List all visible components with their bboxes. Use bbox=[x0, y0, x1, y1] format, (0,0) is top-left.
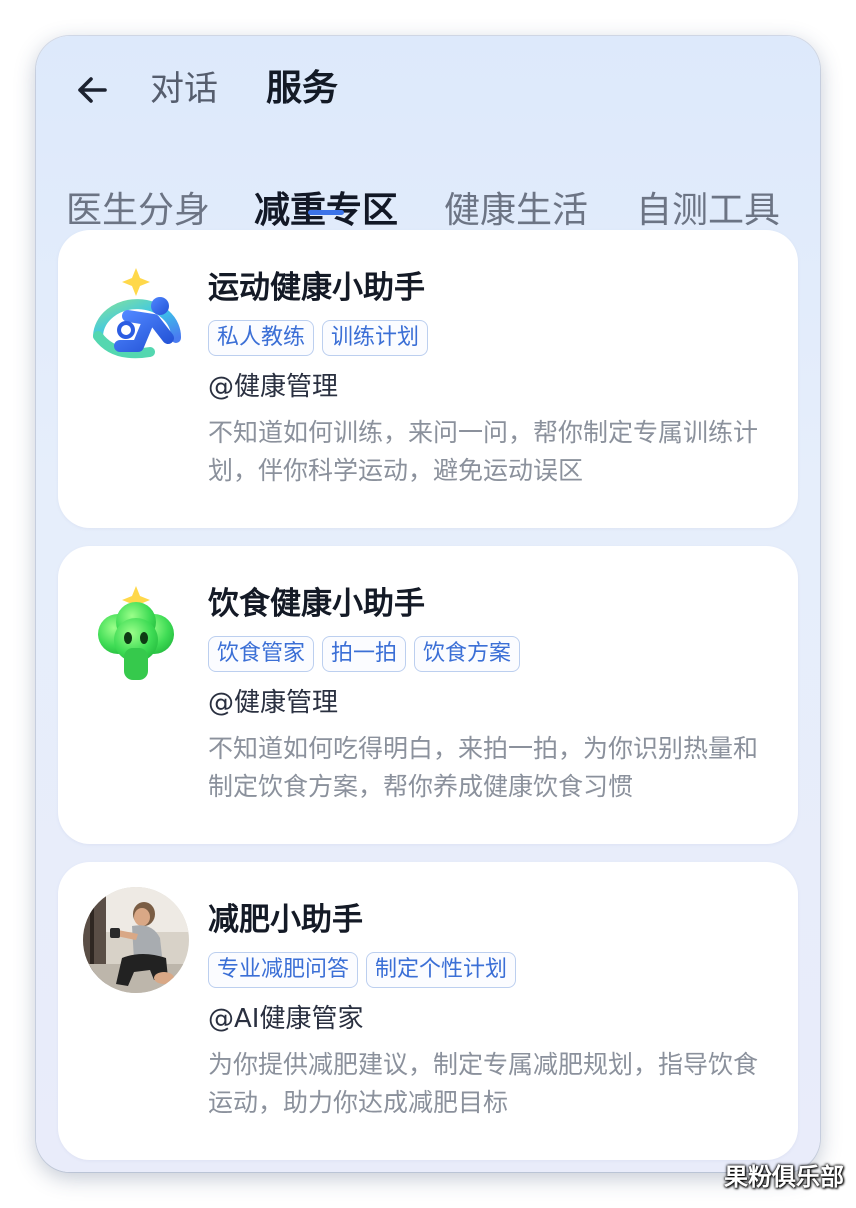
watermark: 果粉俱乐部 bbox=[724, 1163, 844, 1191]
sport-runner-icon bbox=[84, 266, 190, 372]
tag[interactable]: 专业减肥问答 bbox=[208, 952, 359, 988]
broccoli-mascot-icon bbox=[84, 582, 190, 688]
assistant-title: 饮食健康小助手 bbox=[208, 586, 425, 622]
assistant-title: 运动健康小助手 bbox=[208, 270, 425, 306]
assistant-author: @AI健康管家 bbox=[208, 1004, 364, 1034]
assistant-card-sport[interactable]: 运动健康小助手 私人教练 训练计划 @健康管理 不知道如何训练，来问一问，帮你制… bbox=[58, 230, 798, 528]
tag-list: 饮食管家 拍一拍 饮食方案 bbox=[208, 636, 521, 672]
tag[interactable]: 训练计划 bbox=[322, 320, 429, 356]
category-doctor-avatar[interactable]: 医生分身 bbox=[66, 186, 210, 236]
back-arrow-icon bbox=[78, 77, 107, 103]
category-self-test[interactable]: 自测工具 bbox=[636, 186, 780, 236]
tag-list: 私人教练 训练计划 bbox=[208, 320, 429, 356]
fitness-photo-avatar bbox=[82, 886, 189, 993]
assistant-title: 减肥小助手 bbox=[208, 902, 363, 938]
back-button[interactable] bbox=[70, 68, 114, 112]
top-bar: 对话 服务 bbox=[36, 36, 820, 146]
assistant-card-weight-loss[interactable]: 减肥小助手 专业减肥问答 制定个性计划 @AI健康管家 为你提供减肥建议，制定专… bbox=[58, 862, 798, 1160]
assistant-author: @健康管理 bbox=[208, 372, 339, 402]
tag[interactable]: 饮食管家 bbox=[208, 636, 315, 672]
tag[interactable]: 制定个性计划 bbox=[366, 952, 517, 988]
assistant-description: 不知道如何吃得明白，来拍一拍，为你识别热量和制定饮食方案，帮你养成健康饮食习惯 bbox=[208, 734, 759, 801]
app-screen: 对话 服务 医生分身 减重专区 健康生活 自测工具 运动健康小助手 私人教练 训… bbox=[36, 36, 820, 1172]
active-tab-indicator bbox=[308, 210, 344, 215]
tag[interactable]: 私人教练 bbox=[208, 320, 315, 356]
assistant-author: @健康管理 bbox=[208, 688, 339, 718]
category-healthy-life[interactable]: 健康生活 bbox=[444, 186, 588, 236]
tab-service[interactable]: 服务 bbox=[266, 66, 338, 112]
tag[interactable]: 拍一拍 bbox=[322, 636, 407, 672]
assistant-description: 不知道如何训练，来问一问，帮你制定专属训练计划，伴你科学运动，避免运动误区 bbox=[208, 418, 759, 485]
tab-chat[interactable]: 对话 bbox=[150, 66, 218, 112]
tag[interactable]: 饮食方案 bbox=[414, 636, 521, 672]
assistant-card-diet[interactable]: 饮食健康小助手 饮食管家 拍一拍 饮食方案 @健康管理 不知道如何吃得明白，来拍… bbox=[58, 546, 798, 844]
tag-list: 专业减肥问答 制定个性计划 bbox=[208, 952, 517, 988]
assistant-description: 为你提供减肥建议，制定专属减肥规划，指导饮食运动，助力你达成减肥目标 bbox=[208, 1050, 759, 1117]
